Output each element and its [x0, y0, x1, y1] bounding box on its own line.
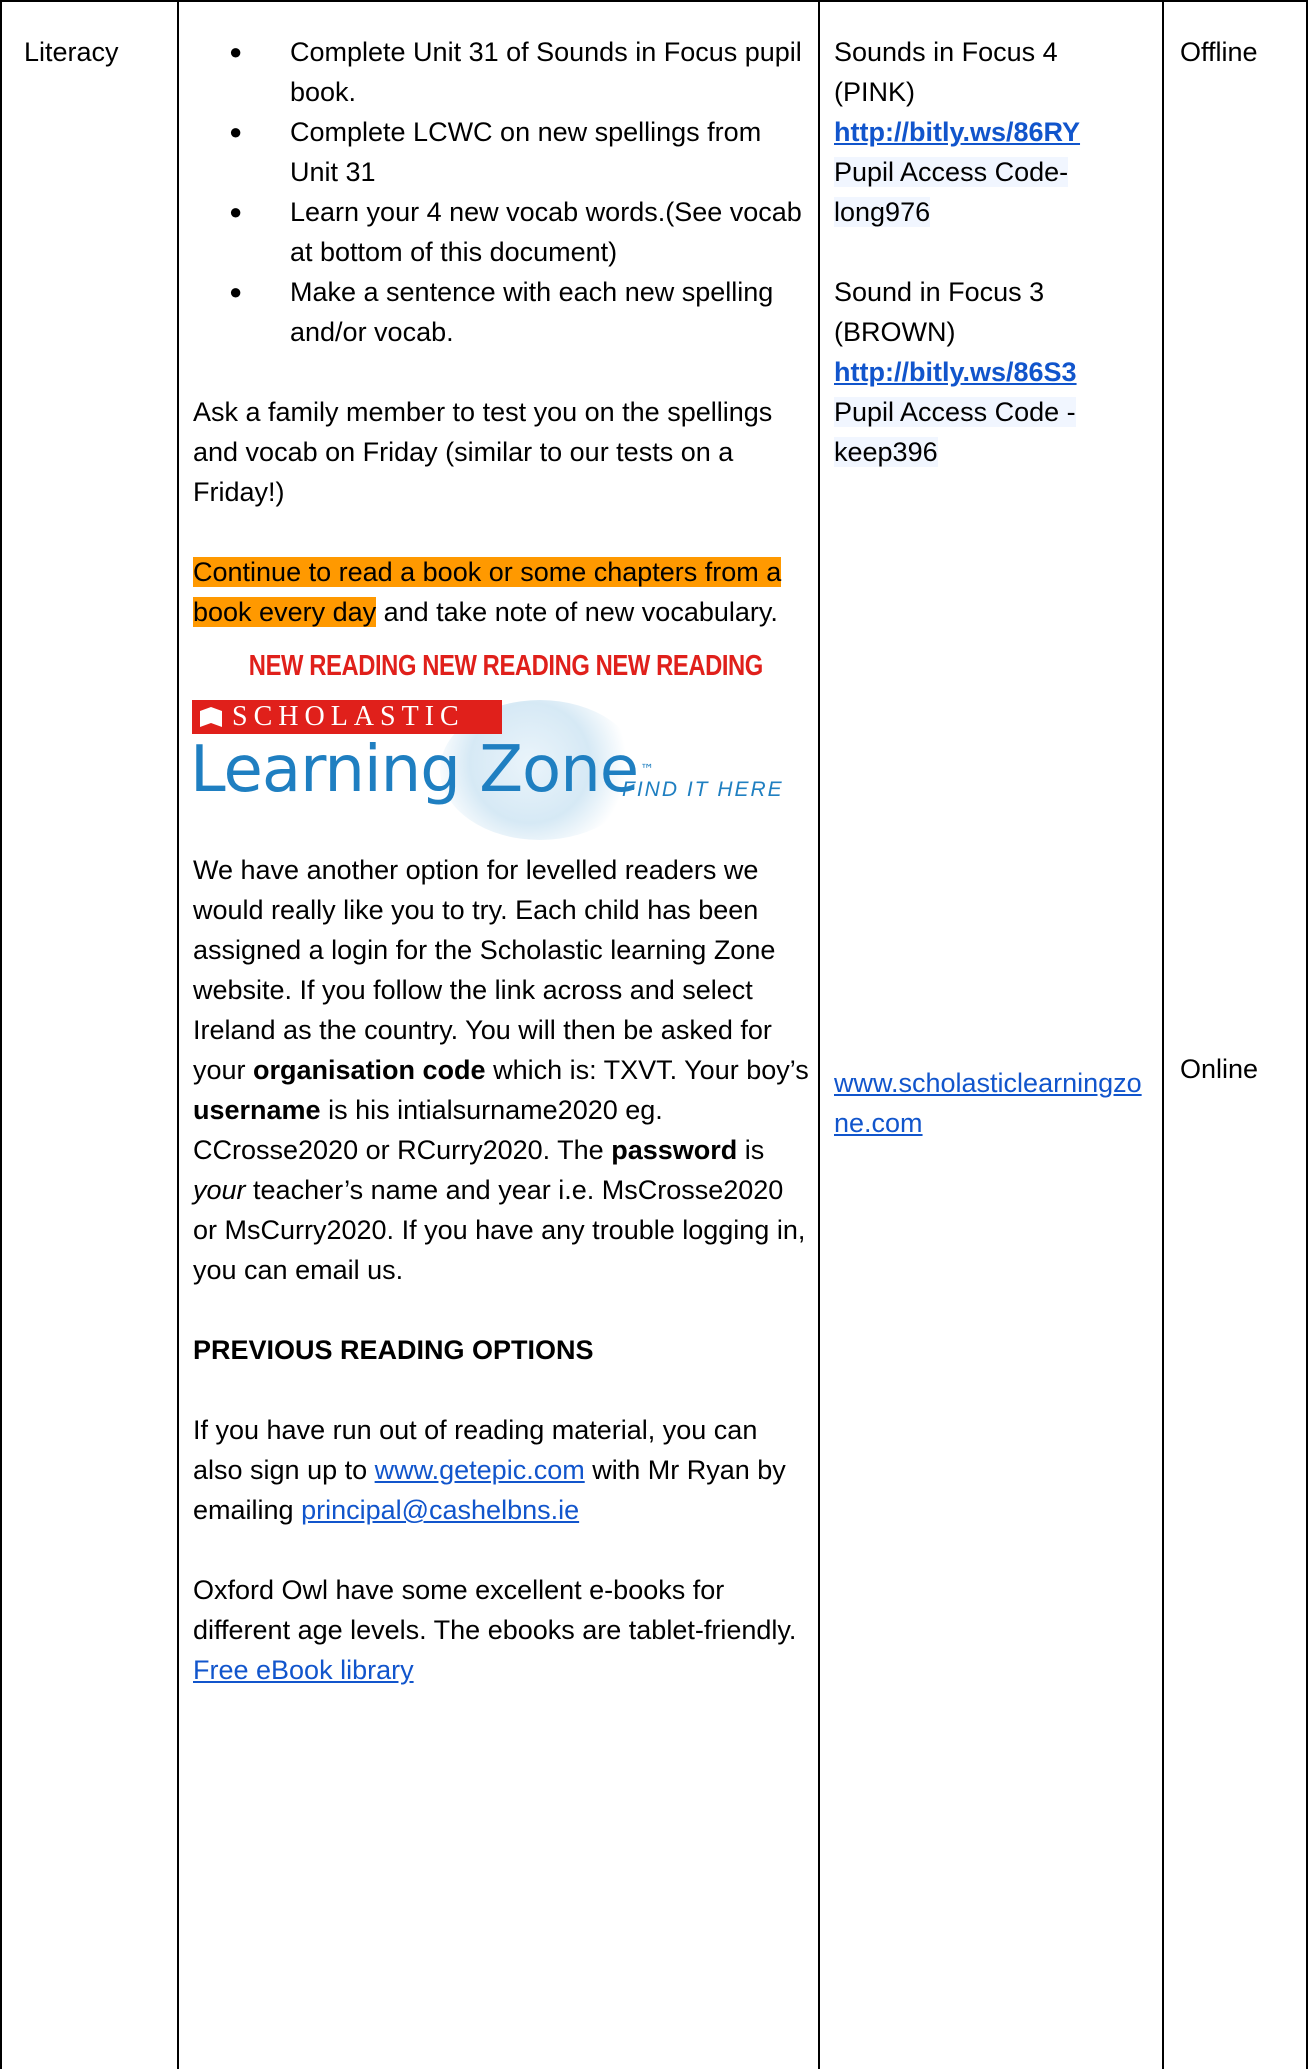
bullet-icon: ● [229, 199, 243, 224]
sif4-access-code: Pupil Access Code- long976 [834, 157, 1069, 227]
scholastic-band: SCHOLASTIC [192, 700, 502, 734]
scholastic-learning-zone-link[interactable]: www.scholasticlearningzone.com [834, 1068, 1142, 1138]
sif3-title: Sound in Focus 3 (BROWN) [834, 277, 1045, 347]
oxford-owl-para: Oxford Owl have some excellent e-books f… [193, 1575, 797, 1645]
bullet-icon: ● [229, 279, 243, 304]
bullet-icon: ● [229, 119, 243, 144]
column-divider-3 [1162, 0, 1164, 2069]
learning-zone-wordmark: Learning Zone ™ [190, 733, 654, 807]
free-ebook-library-link[interactable]: Free eBook library [193, 1655, 414, 1685]
learning-zone-instructions: We have another option for levelled read… [193, 855, 809, 1285]
sif4-link[interactable]: http://bitly.ws/86RY [834, 117, 1080, 147]
reading-note: Continue to read a book or some chapters… [193, 557, 782, 627]
subject-label: Literacy [24, 37, 119, 67]
sif3-link[interactable]: http://bitly.ws/86S3 [834, 357, 1077, 387]
mode-offline: Offline [1180, 37, 1258, 67]
mode-cell-offline: Offline [1180, 32, 1258, 72]
previous-reading-para: If you have run out of reading material,… [193, 1415, 786, 1525]
find-it-here-label: FIND IT HERE [622, 778, 784, 801]
previous-reading-heading: PREVIOUS READING OPTIONS [193, 1335, 594, 1365]
mode-online: Online [1180, 1054, 1259, 1084]
list-item: ● Complete LCWC on new spellings from Uni… [193, 112, 813, 192]
column-divider-1 [177, 0, 179, 2069]
getepic-link[interactable]: www.getepic.com [375, 1455, 585, 1485]
table-border-top [0, 0, 1308, 2]
test-note: Ask a family member to test you on the s… [193, 397, 773, 507]
scholastic-learning-zone-logo[interactable]: SCHOLASTIC Learning Zone ™ FIND IT HERE [190, 692, 812, 842]
open-book-icon [200, 707, 222, 727]
subject-cell: Literacy [24, 32, 119, 72]
sif4-title: Sounds in Focus 4 (PINK) [834, 37, 1058, 107]
mode-cell-online: Online [1180, 1049, 1258, 1089]
list-item: ● Make a sentence with each new spelling … [193, 272, 813, 352]
sif3-access-code: Pupil Access Code - keep396 [834, 397, 1076, 467]
lz-link-cell: www.scholasticlearningzone.com [834, 1063, 1144, 1143]
new-reading-banner: NEW READING NEW READING NEW READING [248, 650, 764, 682]
list-item: ● Learn your 4 new vocab words.(See vocab… [193, 192, 813, 272]
column-divider-2 [818, 0, 820, 2069]
resources-cell: Sounds in Focus 4 (PINK) http://bitly.ws… [834, 32, 1144, 472]
bullet-icon: ● [229, 39, 243, 64]
table-border-left [0, 0, 2, 2069]
tasks-cell: ● Complete Unit 31 of Sounds in Focus pup… [190, 32, 813, 1690]
task-list: ● Complete Unit 31 of Sounds in Focus pup… [193, 32, 813, 352]
list-item: ● Complete Unit 31 of Sounds in Focus pup… [193, 32, 813, 112]
principal-email-link[interactable]: principal@cashelbns.ie [301, 1495, 579, 1525]
